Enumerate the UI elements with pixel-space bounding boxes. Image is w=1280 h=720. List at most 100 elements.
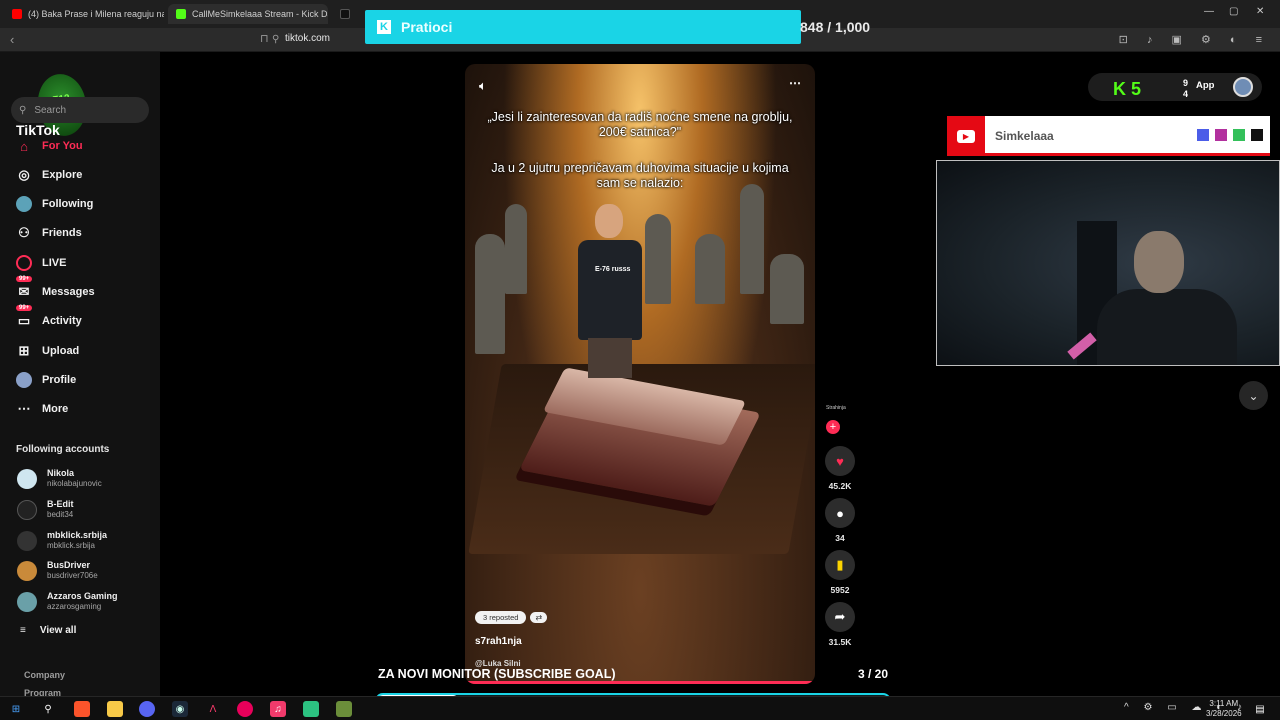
follow-plus-icon[interactable]: + — [826, 420, 840, 434]
avatar[interactable] — [1233, 77, 1253, 97]
like-button[interactable]: ♥ 45.2K — [824, 446, 856, 491]
app-icon[interactable]: Λ — [205, 701, 221, 717]
messages-icon: ✉ 99+ — [16, 276, 33, 300]
nav-activity[interactable]: ▭ 99+ Activity — [16, 305, 82, 329]
video-progress-bar[interactable] — [465, 681, 815, 684]
site-info-icon[interactable]: ⚲ — [272, 34, 279, 45]
get-app-label[interactable]: App — [1196, 80, 1214, 91]
color-swatch — [1233, 129, 1245, 141]
search-placeholder: Search — [34, 104, 67, 116]
taskbar-clock[interactable]: 3:11 AM 3/28/2026 — [1206, 699, 1242, 719]
file-explorer-icon[interactable] — [107, 701, 123, 717]
clock-date: 3/28/2026 — [1206, 709, 1242, 718]
nav-label: Upload — [42, 345, 80, 357]
nav-messages[interactable]: ✉ 99+ Messages — [16, 276, 95, 300]
comment-button[interactable]: ● 34 — [824, 498, 856, 543]
back-icon[interactable]: ‹ — [10, 32, 14, 47]
account-handle: mbklick.srbija — [47, 541, 96, 550]
maximize-icon[interactable]: ▢ — [1229, 6, 1238, 17]
nav-for-you[interactable]: ⌂ For You — [16, 138, 82, 154]
minimize-icon[interactable]: — — [1204, 6, 1214, 17]
browser-toolbar-icons[interactable]: ⊡ ♪ ▣ ⚙ ◐ ≡ — [1119, 33, 1270, 46]
windows-taskbar: ⊞ ⚲ ◉ Λ ♫ ^ ⚙ ▭ ☁ ◐ ♪ 3:11 AM 3/28/2026 … — [0, 696, 1280, 720]
followers-label: Pratioci — [401, 19, 453, 35]
following-account-item[interactable]: Azzaros Gaming azzarosgaming — [17, 591, 118, 612]
activity-icon: ▭ 99+ — [16, 305, 33, 329]
follower-count: 848 / 1,000 — [800, 19, 871, 35]
goal-text: ZA NOVI MONITOR (SUBSCRIBE GOAL) — [378, 667, 616, 681]
gravestone — [695, 234, 725, 304]
tiktok-sidebar: F12 SIMKELAA TikTok ⚲ Search ⌂ For You ◎… — [0, 52, 160, 698]
youtube-logo: ▶ — [947, 116, 985, 156]
bookmark-icon: ▮ — [825, 550, 855, 580]
video-caption-reply: Ja u 2 ujutru prepričavam duhovima situa… — [491, 161, 789, 190]
music-icon[interactable]: ♫ — [270, 701, 286, 717]
browser-tab-tiktok[interactable] — [332, 4, 362, 24]
gravestone — [475, 234, 505, 354]
nav-profile[interactable]: Profile — [16, 372, 76, 388]
following-account-item[interactable]: mbklick.srbija mbklick.srbija — [17, 530, 107, 551]
streamer-body — [1097, 289, 1237, 365]
browser-tab-youtube[interactable]: (4) Baka Prase i Milena reaguju na pr — [4, 4, 164, 24]
share-button[interactable]: ➦ 31.5K — [824, 602, 856, 647]
play-icon: ▶ — [957, 129, 975, 143]
chat-app-icon[interactable] — [303, 701, 319, 717]
following-account-item[interactable]: B-Edit bedit34 — [17, 499, 74, 520]
video-author[interactable]: s7rah1nja — [475, 636, 522, 647]
nav-friends[interactable]: ⚇ Friends — [16, 225, 82, 241]
save-count: 5952 — [830, 585, 850, 595]
counter-top: 9 — [1183, 78, 1189, 88]
color-swatch — [1215, 129, 1227, 141]
color-swatch — [1251, 129, 1263, 141]
windows-start-icon[interactable]: ⊞ — [8, 701, 24, 717]
tab-title: CallMeSimkelaaa Stream - Kick Dash — [192, 9, 328, 19]
nav-live[interactable]: LIVE — [16, 255, 66, 271]
live-icon — [16, 255, 32, 271]
account-handle: bedit34 — [47, 510, 74, 519]
following-account-item[interactable]: BusDriver busdriver706e — [17, 560, 98, 581]
reposted-pill: 3 reposted — [475, 611, 527, 624]
steam-icon[interactable]: ◉ — [172, 701, 188, 717]
more-dots-icon[interactable]: ⋯ — [789, 76, 801, 90]
view-all-label: View all — [39, 625, 77, 636]
following-account-item[interactable]: Nikola nikolabajunovic — [17, 468, 102, 489]
streamer-head — [1134, 231, 1184, 293]
tiktok-logo[interactable]: TikTok — [16, 122, 60, 138]
nav-label: Activity — [42, 315, 82, 327]
minecraft-icon[interactable] — [336, 701, 352, 717]
compass-icon: ◎ — [18, 167, 30, 182]
brave-browser-icon[interactable] — [74, 701, 90, 717]
speaker-icon[interactable]: 🔈︎ — [479, 78, 487, 94]
close-icon[interactable]: ✕ — [1256, 6, 1264, 17]
save-button[interactable]: ▮ 5952 — [824, 550, 856, 595]
url-field[interactable]: tiktok.com — [285, 33, 330, 44]
chevron-down-icon[interactable]: ⌄ — [1239, 381, 1268, 410]
channel-name: Simkelaaa — [995, 129, 1054, 143]
nav-label: Explore — [42, 169, 83, 181]
kick-icon: K — [377, 20, 391, 34]
gravestone — [770, 254, 804, 324]
account-handle: busdriver706e — [47, 571, 98, 580]
notification-icon[interactable]: ▤ — [1252, 701, 1268, 717]
search-input[interactable]: ⚲ Search — [11, 97, 149, 123]
bookmark-icon[interactable]: ⊓ — [260, 32, 269, 45]
list-icon: ≡ — [20, 625, 26, 636]
browser-tab-kick[interactable]: CallMeSimkelaaa Stream - Kick Dash — [168, 4, 328, 24]
avatar — [17, 591, 37, 612]
video-player[interactable]: E-76 russs 🔈︎ ⋯ „Jesi li zainteresovan d… — [465, 64, 815, 684]
nav-explore[interactable]: ◎ Explore — [16, 167, 82, 183]
discord-icon[interactable] — [139, 701, 155, 717]
gravestone — [505, 204, 527, 294]
account-name: mbklick.srbija — [47, 530, 108, 540]
reposted-row[interactable]: 3 reposted ⇄ — [475, 611, 548, 624]
media-player-icon[interactable] — [237, 701, 253, 717]
nav-upload[interactable]: ⊞ Upload — [16, 343, 80, 359]
heart-icon: ♥ — [825, 446, 855, 476]
profile-icon — [16, 372, 32, 388]
youtube-icon — [12, 9, 22, 19]
nav-more[interactable]: ⋯ More — [16, 401, 69, 417]
footer-company[interactable]: Company — [24, 666, 65, 684]
search-icon[interactable]: ⚲ — [40, 701, 56, 717]
nav-following[interactable]: Following — [16, 196, 93, 212]
view-all-link[interactable]: ≡ View all — [20, 625, 76, 636]
